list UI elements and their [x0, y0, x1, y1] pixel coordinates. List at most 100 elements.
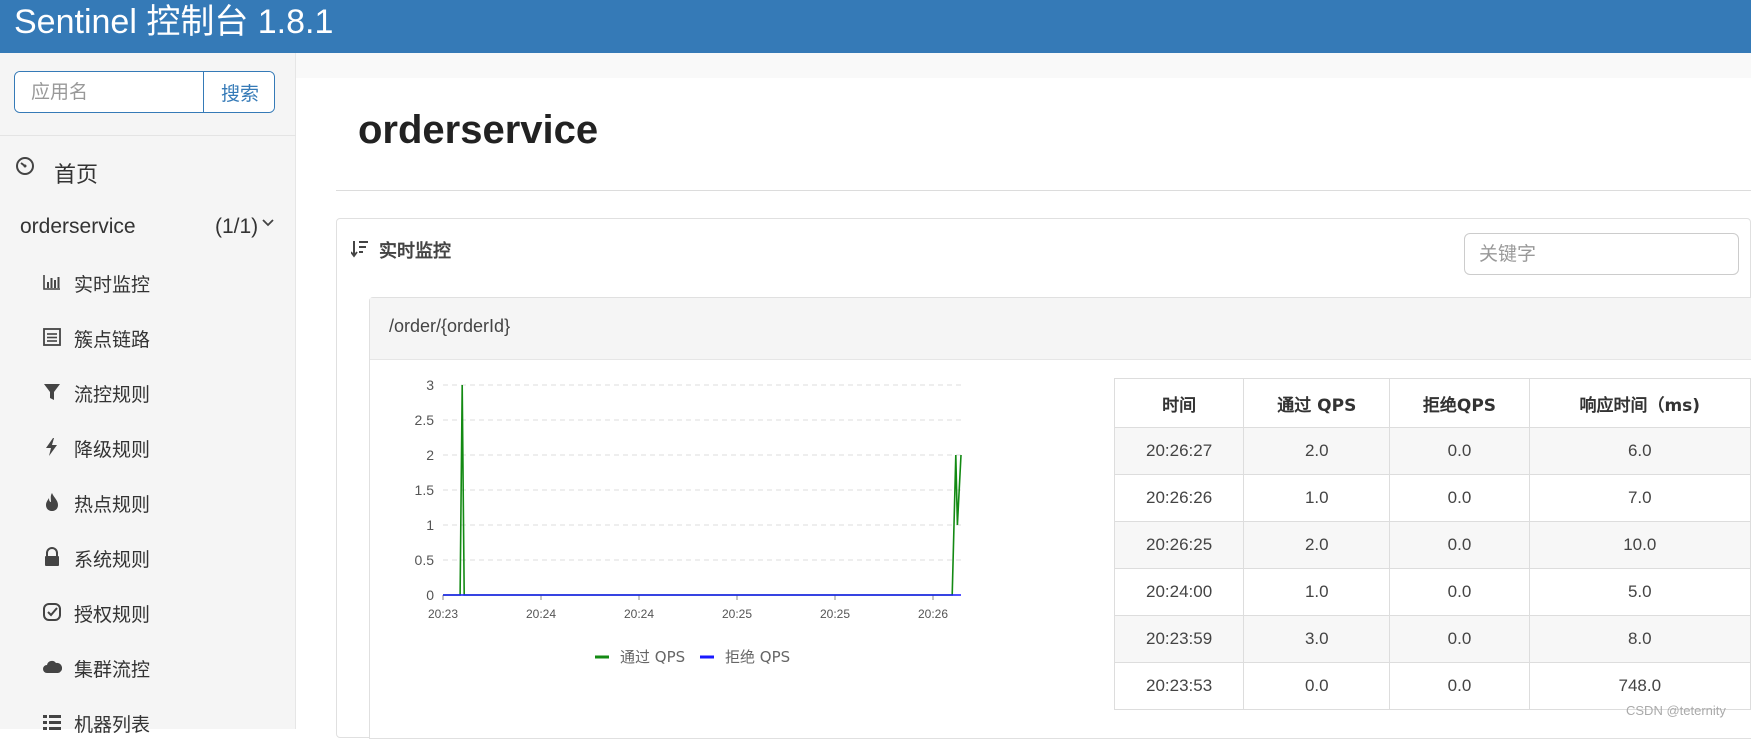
cell-block-qps: 0.0 — [1389, 615, 1530, 663]
sidebar-item-flow-rules[interactable]: 流控规则 — [0, 366, 296, 421]
cell-pass-qps: 2.0 — [1243, 521, 1391, 569]
y-tick-label: 2 — [426, 447, 434, 463]
sidebar: 搜索 首页 orderservice (1/1) 实时监控 — [0, 53, 296, 736]
x-tick-label: 20:25 — [820, 607, 850, 621]
y-tick-label: 1.5 — [415, 482, 435, 498]
sidebar-item-cluster-flow[interactable]: 集群流控 — [0, 641, 296, 696]
sidebar-item-label: 降级规则 — [74, 439, 151, 461]
top-bar: Sentinel 控制台 1.8.1 — [0, 0, 1751, 53]
sidebar-item-label: 热点规则 — [74, 494, 151, 516]
cell-pass-qps: 0.0 — [1243, 662, 1391, 710]
cell-time: 20:24:00 — [1113, 568, 1245, 616]
table-row: 20:26:27 2.0 0.0 6.0 — [1113, 427, 1751, 475]
column-header-rt: 响应时间（ms) — [1528, 378, 1751, 428]
fire-icon — [46, 493, 58, 511]
column-header-pass-qps: 通过 QPS — [1243, 378, 1391, 428]
cell-time: 20:26:26 — [1113, 474, 1245, 522]
resource-card: /order/{orderId} 0 0.5 1 1.5 2 2.5 3 20:23 20:24… — [369, 297, 1751, 739]
qps-line-chart: 0 0.5 1 1.5 2 2.5 3 20:23 20:24 20:24 20:25 20:25 20… — [415, 377, 962, 666]
x-tick-label: 20:24 — [526, 607, 556, 621]
cell-block-qps: 0.0 — [1389, 427, 1530, 475]
sidebar-item-label: 授权规则 — [74, 604, 151, 626]
column-header-time: 时间 — [1113, 378, 1245, 428]
main-content: orderservice 实时监控 /order/{orderId} 0 0.5 1… — [296, 53, 1751, 739]
column-header-block-qps: 拒绝QPS — [1389, 378, 1530, 428]
filter-icon — [44, 384, 60, 400]
app-title: Sentinel 控制台 1.8.1 — [14, 3, 334, 41]
watermark: CSDN @teternity — [1626, 703, 1726, 718]
app-search-input[interactable] — [15, 72, 203, 112]
app-instance-count: (1/1) — [215, 215, 259, 238]
sidebar-item-authority-rules[interactable]: 授权规则 — [0, 586, 296, 641]
sidebar-item-cluster-link[interactable]: 簇点链路 — [0, 311, 296, 366]
cell-block-qps: 0.0 — [1389, 474, 1530, 522]
x-tick-label: 20:24 — [624, 607, 654, 621]
cell-time: 20:26:25 — [1113, 521, 1245, 569]
sidebar-item-label: 系统规则 — [74, 549, 151, 571]
app-search: 搜索 — [14, 71, 275, 113]
resource-card-header: /order/{orderId} — [370, 298, 1751, 360]
x-tick-label: 20:25 — [722, 607, 752, 621]
resource-name: /order/{orderId} — [389, 316, 511, 336]
page-title: orderservice — [358, 108, 599, 152]
sidebar-item-label: 首页 — [54, 163, 99, 188]
search-button[interactable]: 搜索 — [203, 72, 274, 112]
bar-chart-icon — [43, 275, 60, 290]
cell-block-qps: 0.0 — [1389, 568, 1530, 616]
cell-pass-qps: 2.0 — [1243, 427, 1391, 475]
cell-rt: 10.0 — [1528, 521, 1751, 569]
cell-pass-qps: 3.0 — [1243, 615, 1391, 663]
y-tick-label: 0.5 — [415, 552, 435, 568]
sidebar-item-hotspot-rules[interactable]: 热点规则 — [0, 476, 296, 531]
cell-rt: 6.0 — [1528, 427, 1751, 475]
main-inner: orderservice 实时监控 /order/{orderId} 0 0.5 1… — [296, 78, 1751, 739]
dashboard-icon — [16, 157, 34, 175]
table-header-row: 时间 通过 QPS 拒绝QPS 响应时间（ms) — [1113, 378, 1751, 428]
sidebar-item-label: 机器列表 — [74, 714, 151, 736]
sidebar-item-machine-list[interactable]: 机器列表 — [0, 696, 296, 751]
legend-label: 拒绝 QPS — [725, 648, 790, 666]
y-tick-label: 2.5 — [415, 412, 435, 428]
table-row: 20:24:00 1.0 0.0 5.0 — [1113, 568, 1751, 616]
sidebar-item-realtime-monitor[interactable]: 实时监控 — [0, 256, 296, 311]
sidebar-app-orderservice[interactable]: orderservice (1/1) — [0, 203, 296, 253]
cell-rt: 7.0 — [1528, 474, 1751, 522]
table-row: 20:23:59 3.0 0.0 8.0 — [1113, 615, 1751, 663]
list-icon — [43, 328, 61, 346]
sidebar-item-label: 流控规则 — [74, 384, 151, 406]
sidebar-item-label: 集群流控 — [74, 659, 151, 681]
cell-time: 20:26:27 — [1113, 427, 1245, 475]
sidebar-item-system-rules[interactable]: 系统规则 — [0, 531, 296, 586]
sidebar-item-label: 簇点链路 — [74, 329, 151, 351]
cell-time: 20:23:59 — [1113, 615, 1245, 663]
cell-block-qps: 0.0 — [1389, 521, 1530, 569]
table-row: 20:26:26 1.0 0.0 7.0 — [1113, 474, 1751, 522]
check-circle-icon — [43, 603, 61, 621]
list-icon — [43, 715, 61, 730]
cell-time: 20:23:53 — [1113, 662, 1245, 710]
title-divider — [336, 190, 1751, 191]
x-tick-label: 20:26 — [918, 607, 948, 621]
sort-icon — [351, 241, 368, 258]
x-tick-label: 20:23 — [428, 607, 458, 621]
sidebar-divider — [0, 135, 296, 136]
series-line-pass-qps — [443, 384, 962, 596]
legend-label: 通过 QPS — [620, 648, 685, 666]
cloud-icon — [43, 660, 62, 673]
cell-pass-qps: 1.0 — [1243, 568, 1391, 616]
cell-block-qps: 0.0 — [1389, 662, 1530, 710]
cell-rt: 8.0 — [1528, 615, 1751, 663]
chevron-down-icon — [262, 219, 274, 227]
cell-pass-qps: 1.0 — [1243, 474, 1391, 522]
cell-rt: 5.0 — [1528, 568, 1751, 616]
y-tick-label: 1 — [426, 517, 434, 533]
table-row: 20:26:25 2.0 0.0 10.0 — [1113, 521, 1751, 569]
app-menu: 实时监控 簇点链路 流控规则 降级规则 热点规则 系统规则 授权规则 集群流控 … — [0, 256, 296, 751]
app-name: orderservice — [20, 215, 136, 238]
sidebar-item-label: 实时监控 — [74, 274, 151, 296]
realtime-monitor-panel: 实时监控 /order/{orderId} 0 0.5 1 1.5 2 2.5 3 20:23… — [336, 218, 1751, 739]
sidebar-item-home[interactable]: 首页 — [0, 145, 296, 195]
sidebar-item-degrade-rules[interactable]: 降级规则 — [0, 421, 296, 476]
keyword-search-input[interactable] — [1464, 233, 1739, 275]
stats-table: 时间 通过 QPS 拒绝QPS 响应时间（ms) 20:26:27 2.0 0.… — [1113, 378, 1751, 710]
